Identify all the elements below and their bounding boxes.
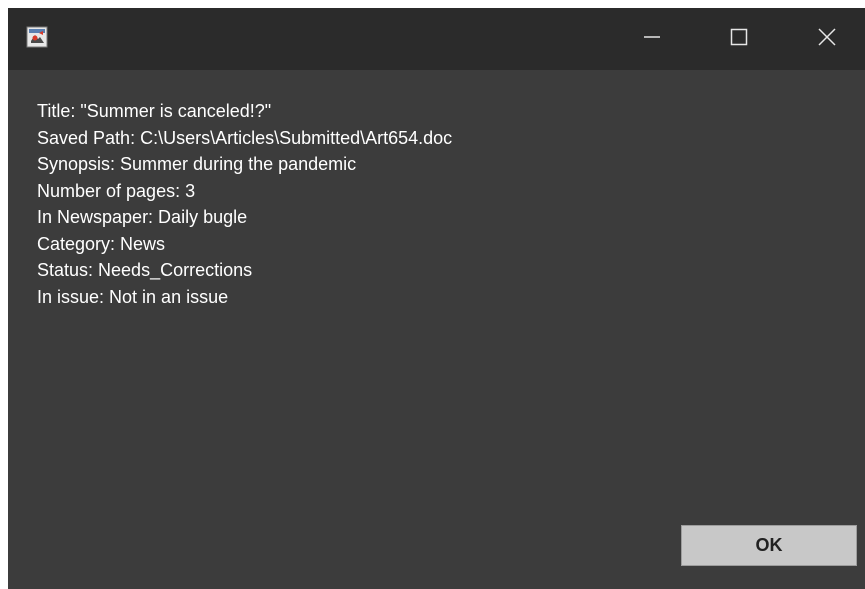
ok-button[interactable]: OK [681,525,857,566]
close-icon [817,27,837,52]
minimize-icon [642,27,662,52]
maximize-button[interactable] [710,8,768,70]
category-line: Category: News [37,233,166,254]
synopsis-line: Synopsis: Summer during the pandemic [37,154,357,174]
issue-line: In issue: Not in an issue [37,286,229,307]
close-button[interactable] [798,8,856,70]
minimize-button[interactable] [623,8,681,70]
title-line: Title: "Summer is canceled!?" [37,101,272,121]
saved-path-line: Saved Path: C:\Users\Articles\Submitted\… [37,127,453,148]
dialog-window: Title: "Summer is canceled!?" Saved Path… [8,8,865,589]
java-app-icon [26,26,48,48]
newspaper-line: In Newspaper: Daily bugle [37,207,248,227]
status-line: Status: Needs_Corrections [37,260,253,280]
article-details: Title: "Summer is canceled!?" Saved Path… [37,98,837,310]
maximize-icon [729,27,749,52]
pages-line: Number of pages: 3 [37,180,196,201]
title-bar[interactable] [8,8,865,70]
